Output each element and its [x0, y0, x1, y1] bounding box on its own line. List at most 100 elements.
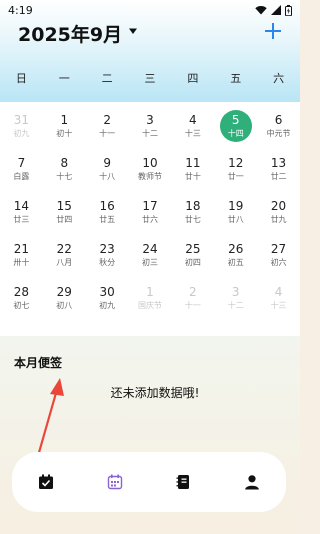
lunar-date: 秋分: [99, 258, 116, 267]
day-number: 1: [60, 113, 69, 127]
day-cell[interactable]: 15 廿四: [43, 196, 86, 239]
status-time: 4:19: [8, 3, 33, 17]
day-cell[interactable]: 10 教师节: [129, 153, 172, 196]
day-number: 27: [270, 242, 287, 256]
day-number: 3: [146, 113, 154, 127]
lunar-date: 廿一: [227, 172, 244, 181]
lunar-date: 廿五: [99, 215, 116, 224]
day-number: 23: [99, 242, 115, 256]
day-cell[interactable]: 21 卅十: [0, 239, 43, 282]
day-number: 25: [185, 242, 201, 256]
day-number: 2: [189, 285, 197, 299]
weekday-label: 二: [101, 72, 113, 85]
lunar-date: 初十: [56, 129, 73, 138]
day-cell[interactable]: 17 廿六: [129, 196, 172, 239]
day-cell[interactable]: 26 初五: [214, 239, 257, 282]
day-cell[interactable]: 16 廿五: [86, 196, 129, 239]
day-number: 20: [270, 199, 287, 213]
lunar-date: 十三: [184, 129, 201, 138]
weekday-label: 四: [187, 72, 199, 85]
day-cell[interactable]: 1 初十: [43, 110, 86, 153]
day-cell[interactable]: 31 初九: [0, 110, 43, 153]
day-number: 12: [228, 156, 244, 170]
day-cell[interactable]: 2 十一: [171, 282, 214, 325]
day-cell[interactable]: 29 初八: [43, 282, 86, 325]
lunar-date: 初四: [184, 258, 201, 267]
person-icon: [244, 474, 260, 490]
day-number: 3: [231, 285, 240, 299]
day-cell[interactable]: 14 廿三: [0, 196, 43, 239]
status-bar: 4:19: [0, 0, 300, 20]
day-number: 7: [17, 156, 26, 170]
nav-notebook[interactable]: [149, 452, 218, 512]
weekday-header: 日一二三四五六: [0, 70, 300, 92]
calendar-grid: 31 初九 1 初十 2 十一 3 十二 4 十三 5 十四 6 中元节 7 白露 8 十七 9 十八 10 教师节 11 廿…: [0, 102, 300, 336]
day-cell[interactable]: 13 廿二: [257, 153, 300, 196]
day-cell[interactable]: 22 八月: [43, 239, 86, 282]
day-cell[interactable]: 7 白露: [0, 153, 43, 196]
day-cell[interactable]: 27 初六: [257, 239, 300, 282]
lunar-date: 廿三: [13, 215, 30, 224]
day-cell-today[interactable]: 5 十四: [214, 110, 257, 153]
lunar-date: 八月: [56, 258, 73, 267]
lunar-date: 十七: [56, 172, 73, 181]
month-header: 2025年9月: [0, 18, 300, 48]
nav-calendar[interactable]: [81, 452, 150, 512]
day-number: 15: [56, 199, 72, 213]
lunar-date: 中元节: [266, 129, 291, 138]
day-number: 8: [60, 156, 69, 170]
day-cell[interactable]: 24 初三: [129, 239, 172, 282]
nav-checklist[interactable]: [12, 452, 81, 512]
month-title[interactable]: 2025年9月: [18, 20, 122, 47]
day-cell[interactable]: 4 十三: [257, 282, 300, 325]
wifi-icon: [255, 6, 267, 15]
day-cell[interactable]: 20 廿九: [257, 196, 300, 239]
lunar-date: 廿十: [184, 172, 201, 181]
day-cell[interactable]: 25 初四: [171, 239, 214, 282]
lunar-date: 初七: [13, 301, 30, 310]
calendar-check-icon: [38, 474, 54, 490]
day-cell[interactable]: 8 十七: [43, 153, 86, 196]
lunar-date: 十二: [141, 129, 158, 138]
day-cell[interactable]: 3 十二: [129, 110, 172, 153]
add-button[interactable]: [260, 18, 286, 44]
lunar-date: 廿二: [270, 172, 287, 181]
day-number: 31: [13, 113, 30, 127]
day-cell[interactable]: 23 秋分: [86, 239, 129, 282]
day-number: 21: [13, 242, 30, 256]
day-cell[interactable]: 18 廿七: [171, 196, 214, 239]
lunar-date: 初五: [227, 258, 244, 267]
weekday-label: 日: [15, 72, 27, 85]
nav-profile[interactable]: [218, 452, 287, 512]
signal-icon: [271, 5, 281, 15]
lunar-date: 卅十: [13, 258, 30, 267]
day-cell[interactable]: 2 十一: [86, 110, 129, 153]
day-number: 19: [228, 199, 244, 213]
day-number: 4: [189, 113, 197, 127]
notes-title: 本月便签: [14, 356, 63, 370]
day-cell[interactable]: 19 廿八: [214, 196, 257, 239]
day-cell[interactable]: 3 十二: [214, 282, 257, 325]
lunar-date: 初九: [99, 301, 116, 310]
day-cell[interactable]: 1 国庆节: [129, 282, 172, 325]
lunar-date: 廿八: [227, 215, 244, 224]
plus-icon: [265, 23, 281, 39]
day-cell[interactable]: 4 十三: [171, 110, 214, 153]
battery-icon: [285, 4, 292, 16]
day-cell[interactable]: 28 初七: [0, 282, 43, 325]
day-cell[interactable]: 30 初九: [86, 282, 129, 325]
day-number: 28: [13, 285, 30, 299]
weekday-label: 三: [144, 72, 156, 85]
day-cell[interactable]: 9 十八: [86, 153, 129, 196]
day-number: 6: [274, 113, 283, 127]
lunar-date: 廿六: [141, 215, 158, 224]
lunar-date: 初八: [56, 301, 73, 310]
caret-down-icon[interactable]: [128, 26, 138, 36]
day-cell[interactable]: 12 廿一: [214, 153, 257, 196]
day-cell[interactable]: 6 中元节: [257, 110, 300, 153]
day-number: 10: [142, 156, 158, 170]
lunar-date: 教师节: [137, 172, 162, 181]
day-number: 11: [185, 156, 201, 170]
lunar-date: 廿四: [56, 215, 73, 224]
day-cell[interactable]: 11 廿十: [171, 153, 214, 196]
